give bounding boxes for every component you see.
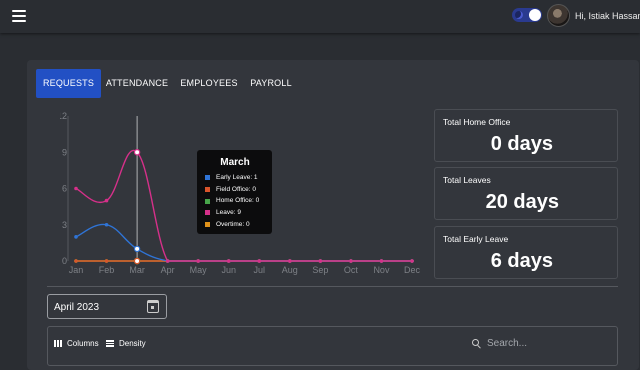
data-point-early-leave: [133, 245, 141, 253]
data-point-leave: [165, 259, 170, 263]
card-value: 6 days: [490, 250, 553, 272]
data-point-leave: [288, 259, 292, 263]
tooltip-row: Home Office: 0: [205, 195, 265, 207]
tooltip-row: Leave: 9: [205, 207, 265, 219]
tooltip-row-text: Leave: 9: [216, 209, 241, 217]
data-point-leave: [349, 259, 353, 263]
density-label: Density: [119, 339, 146, 348]
chart-tooltip: March Early Leave: 1 Field Office: 0 Hom…: [197, 150, 272, 234]
density-icon: [106, 340, 114, 347]
legend-swatch-field-office: [205, 187, 210, 193]
tooltip-row-text: Home Office: 0: [216, 197, 260, 205]
x-tick-label: Feb: [99, 265, 115, 275]
user-greeting: Hi, Istiak Hassan: [575, 11, 640, 21]
columns-button[interactable]: Columns: [54, 339, 99, 348]
data-point-leave: [133, 149, 141, 156]
month-picker-value: April 2023: [54, 302, 100, 313]
tooltip-row-text: Field Office: 0: [216, 185, 256, 193]
data-point-leave: [379, 259, 384, 263]
tooltip-row: Early Leave: 1: [205, 172, 265, 184]
search-icon: [472, 338, 481, 348]
card-total-leaves: Total Leaves 20 days: [434, 167, 618, 220]
x-tick-label: Jan: [69, 265, 84, 275]
x-tick-label: Mar: [129, 265, 145, 275]
moon-icon: [515, 11, 523, 19]
x-tick-label: Oct: [344, 265, 359, 275]
card-title: Total Home Office: [443, 117, 511, 127]
y-tick-label: 3: [62, 220, 67, 230]
columns-icon: [54, 340, 62, 347]
calendar-icon[interactable]: [147, 300, 159, 313]
x-tick-label: Jun: [221, 265, 236, 275]
data-point-leave: [410, 259, 414, 263]
tab-requests[interactable]: REQUESTS: [36, 69, 101, 98]
tooltip-row-text: Early Leave: 1: [216, 174, 258, 181]
x-tick-label: Jul: [254, 265, 266, 275]
x-tick-label: Dec: [404, 265, 421, 275]
card-title: Total Early Leave: [443, 234, 509, 244]
search-box: [472, 336, 612, 350]
hamburger-menu-icon[interactable]: [12, 10, 26, 22]
top-app-bar: Hi, Istiak Hassan: [0, 0, 640, 33]
toggle-knob: [529, 9, 541, 21]
divider: [47, 286, 618, 287]
card-value: 0 days: [490, 133, 553, 155]
tab-payroll[interactable]: PAYROLL: [245, 69, 297, 98]
legend-swatch-home-office: [205, 198, 210, 204]
density-button[interactable]: Density: [106, 339, 146, 348]
data-point-leave: [74, 186, 78, 191]
tab-attendance[interactable]: ATTENDANCE: [101, 69, 173, 98]
tooltip-title: March: [220, 157, 250, 168]
card-value: 20 days: [485, 191, 559, 213]
legend-swatch-early-leave: [205, 175, 210, 181]
data-point-leave: [196, 259, 200, 263]
y-tick-label: 12: [60, 111, 67, 121]
x-tick-label: Aug: [282, 265, 298, 275]
tooltip-row: Field Office: 0: [205, 184, 265, 196]
tooltip-row-text: Overtime: 0: [216, 220, 250, 228]
data-grid: Columns Density: [47, 326, 618, 366]
avatar[interactable]: [547, 4, 570, 27]
x-tick-label: May: [190, 265, 208, 275]
legend-swatch-leave: [205, 210, 210, 216]
data-point-field-office: [133, 257, 141, 265]
tab-employees[interactable]: EMPLOYEES: [173, 69, 245, 98]
x-tick-label: Apr: [161, 265, 175, 275]
data-point-early-leave: [74, 235, 78, 239]
data-point-leave: [318, 259, 323, 263]
y-tick-label: 0: [62, 256, 67, 266]
x-tick-label: Sep: [312, 265, 328, 275]
card-total-early-leave: Total Early Leave 6 days: [434, 226, 618, 279]
y-tick-label: 6: [62, 184, 67, 194]
card-total-home-office: Total Home Office 0 days: [434, 109, 618, 162]
legend-swatch-overtime: [205, 222, 210, 228]
search-input[interactable]: [487, 337, 607, 349]
data-point-field-office: [104, 259, 109, 263]
x-tick-label: Nov: [373, 265, 390, 275]
data-point-leave: [104, 198, 109, 203]
data-point-leave: [226, 259, 231, 263]
y-tick-label: 9: [62, 147, 67, 157]
tooltip-row: Overtime: 0: [205, 219, 265, 231]
data-point-field-office: [74, 259, 78, 263]
tab-bar: REQUESTS ATTENDANCE EMPLOYEES PAYROLL: [36, 69, 297, 98]
data-point-early-leave: [104, 222, 109, 227]
columns-label: Columns: [67, 339, 99, 348]
theme-toggle[interactable]: [512, 8, 542, 22]
data-point-leave: [257, 259, 262, 263]
card-title: Total Leaves: [443, 175, 491, 185]
month-picker[interactable]: April 2023: [47, 294, 167, 319]
